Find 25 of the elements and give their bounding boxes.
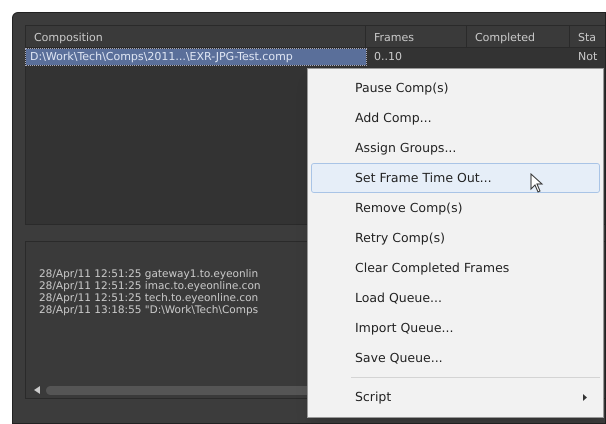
table-cell-text: 0..10 xyxy=(373,48,403,65)
column-header[interactable]: Composition xyxy=(26,26,366,47)
menu-item[interactable]: Add Comp... xyxy=(311,103,600,133)
log-line: 28/Apr/11 12:51:25 gateway1.to.eyeonlin xyxy=(39,268,258,280)
menu-item[interactable]: Load Queue... xyxy=(311,283,600,313)
scroll-left-icon[interactable] xyxy=(34,386,40,394)
menu-item[interactable]: Set Frame Time Out... xyxy=(311,163,600,193)
menu-item[interactable]: Script xyxy=(311,382,600,412)
menu-item[interactable]: Assign Groups... xyxy=(311,133,600,163)
menu-item[interactable]: Remove Comp(s) xyxy=(311,193,600,223)
table-cell-text: Not xyxy=(577,48,598,65)
log-line: 28/Apr/11 13:18:55 "D:\Work\Tech\Comps xyxy=(39,304,258,316)
table-cell[interactable]: D:\Work\Tech\Comps\2011...\EXR-JPG-Test.comp xyxy=(26,49,366,65)
menu-item[interactable]: Import Queue... xyxy=(311,313,600,343)
column-header[interactable]: Sta xyxy=(570,26,605,47)
menu-item[interactable]: Clear Completed Frames xyxy=(311,253,600,283)
submenu-arrow-icon xyxy=(583,394,587,400)
log-line: 28/Apr/11 12:51:25 tech.to.eyeonline.con xyxy=(39,292,258,304)
column-header[interactable]: Completed xyxy=(467,26,570,47)
column-header[interactable]: Frames xyxy=(366,26,467,47)
menu-item[interactable]: Retry Comp(s) xyxy=(311,223,600,253)
menu-item[interactable]: Save Queue... xyxy=(311,343,600,373)
log-line: 28/Apr/11 12:51:25 imac.to.eyeonline.con xyxy=(39,280,261,292)
menu-item[interactable]: Pause Comp(s) xyxy=(311,73,600,103)
mouse-pointer-icon xyxy=(530,173,544,193)
